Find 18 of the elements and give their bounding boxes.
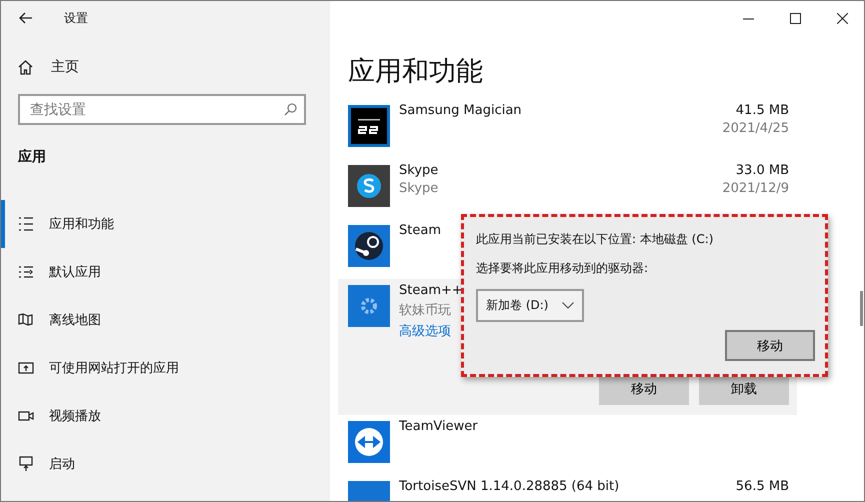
- install-location-text: 此应用当前已安装在以下位置: 本地磁盘 (C:): [476, 231, 714, 248]
- install-date: 2021/4/25: [722, 121, 789, 136]
- app-name: Skype: [399, 163, 438, 178]
- app-name: TortoiseSVN 1.14.0.28885 (64 bit): [399, 479, 620, 494]
- page-heading: 应用和功能: [348, 55, 484, 89]
- app-publisher: 软妹币玩: [399, 302, 451, 319]
- app-name: Samsung Magician: [399, 103, 522, 118]
- install-date: 2021/12/9: [722, 181, 789, 196]
- app-name: Steam: [399, 223, 441, 238]
- app-publisher: Skype: [399, 181, 438, 196]
- app-name: TeamViewer: [399, 419, 478, 434]
- app-name: Steam++: [399, 283, 463, 298]
- drive-prompt: 选择要将此应用移动到的驱动器:: [476, 260, 648, 277]
- app-size: 33.0 MB: [736, 163, 789, 178]
- app-size: 41.5 MB: [736, 103, 789, 118]
- window-title: 设置: [64, 10, 88, 26]
- app-size: 56.5 MB: [736, 479, 789, 494]
- section-heading: 应用: [18, 148, 47, 166]
